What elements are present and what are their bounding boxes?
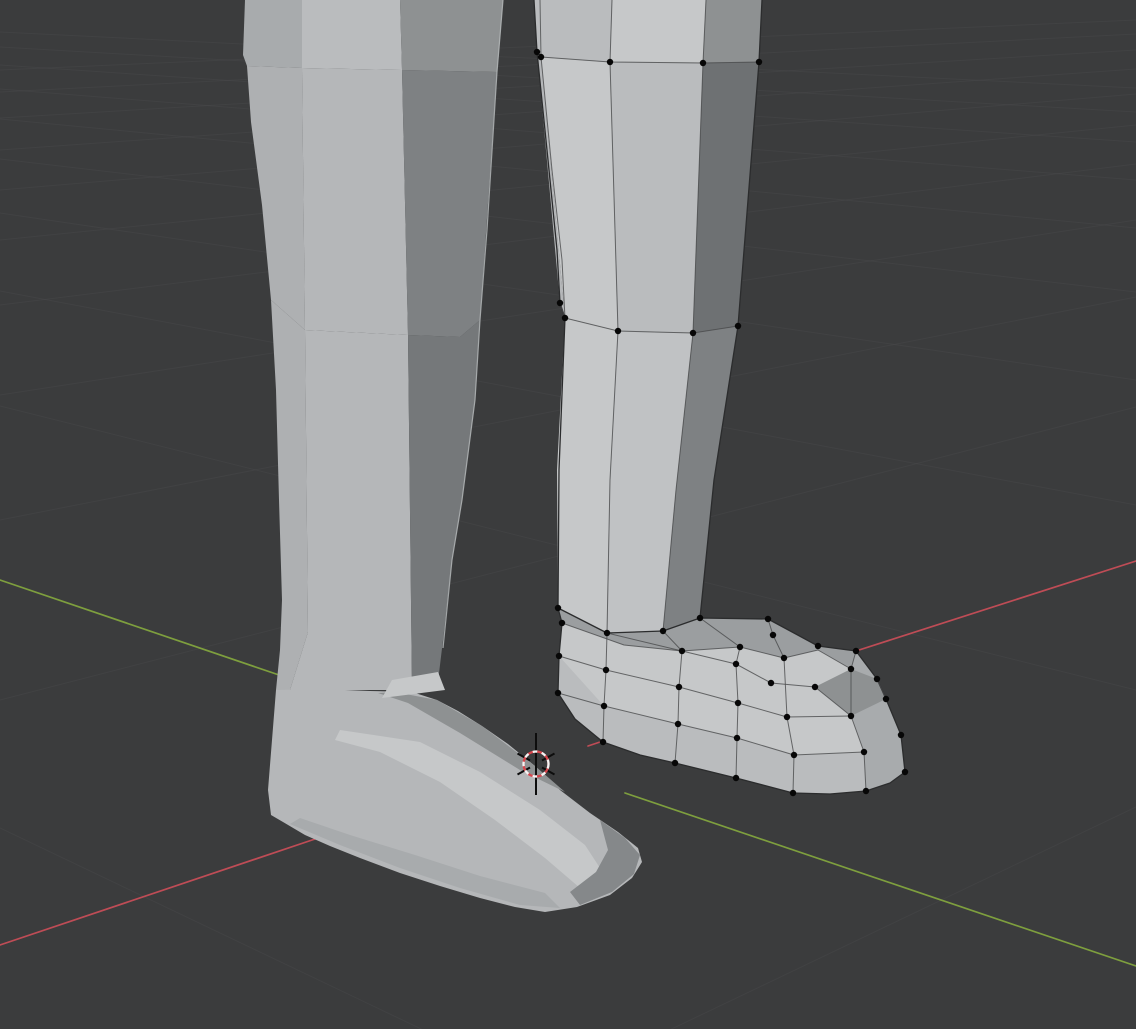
mesh-vertex[interactable] [768,680,774,686]
mesh-vertex[interactable] [604,630,610,636]
mesh-vertex[interactable] [861,749,867,755]
mesh-facet[interactable] [302,0,402,70]
mesh-vertex[interactable] [853,648,859,654]
mesh-vertex[interactable] [601,703,607,709]
mesh-facet[interactable] [400,0,503,72]
mesh-vertex[interactable] [791,752,797,758]
mesh-vertex[interactable] [555,605,561,611]
mesh-vertex[interactable] [735,700,741,706]
mesh-vertex[interactable] [874,676,880,682]
mesh-vertex[interactable] [607,59,613,65]
mesh-vertex[interactable] [557,300,563,306]
3d-viewport[interactable] [0,0,1136,1029]
mesh-vertex[interactable] [735,323,741,329]
mesh-vertex[interactable] [700,60,706,66]
mesh-vertex[interactable] [765,616,771,622]
mesh-vertex[interactable] [902,769,908,775]
mesh-vertex[interactable] [812,684,818,690]
mesh-vertex[interactable] [660,628,666,634]
mesh-vertex[interactable] [848,713,854,719]
mesh-vertex[interactable] [534,49,540,55]
mesh-vertex[interactable] [562,315,568,321]
mesh-vertex[interactable] [697,615,703,621]
mesh-vertex[interactable] [559,620,565,626]
mesh-vertex[interactable] [898,732,904,738]
mesh-vertex[interactable] [603,667,609,673]
mesh-vertex[interactable] [615,328,621,334]
mesh-vertex[interactable] [863,788,869,794]
mesh-vertex[interactable] [883,696,889,702]
mesh-vertex[interactable] [784,714,790,720]
mesh-facet[interactable] [302,68,408,335]
viewport-canvas[interactable] [0,0,1136,1029]
mesh-vertex[interactable] [770,632,776,638]
mesh-vertex[interactable] [676,684,682,690]
mesh-facet[interactable] [703,0,762,63]
mesh-vertex[interactable] [675,721,681,727]
mesh-facet[interactable] [243,0,302,68]
mesh-facet[interactable] [610,0,706,63]
mesh-vertex[interactable] [556,653,562,659]
mesh-vertex[interactable] [734,735,740,741]
mesh-facet[interactable] [290,330,412,690]
mesh-vertex[interactable] [756,59,762,65]
mesh-vertex[interactable] [733,661,739,667]
mesh-facet[interactable] [534,0,612,62]
mesh-vertex[interactable] [733,775,739,781]
mesh-vertex[interactable] [672,760,678,766]
mesh-vertex[interactable] [690,330,696,336]
mesh-vertex[interactable] [555,690,561,696]
mesh-vertex[interactable] [781,655,787,661]
mesh-vertex[interactable] [679,648,685,654]
mesh-facet[interactable] [610,62,703,333]
mesh-vertex[interactable] [600,739,606,745]
mesh-vertex[interactable] [790,790,796,796]
mesh-vertex[interactable] [848,666,854,672]
mesh-vertex[interactable] [538,54,544,60]
mesh-vertex[interactable] [815,643,821,649]
mesh-vertex[interactable] [737,644,743,650]
